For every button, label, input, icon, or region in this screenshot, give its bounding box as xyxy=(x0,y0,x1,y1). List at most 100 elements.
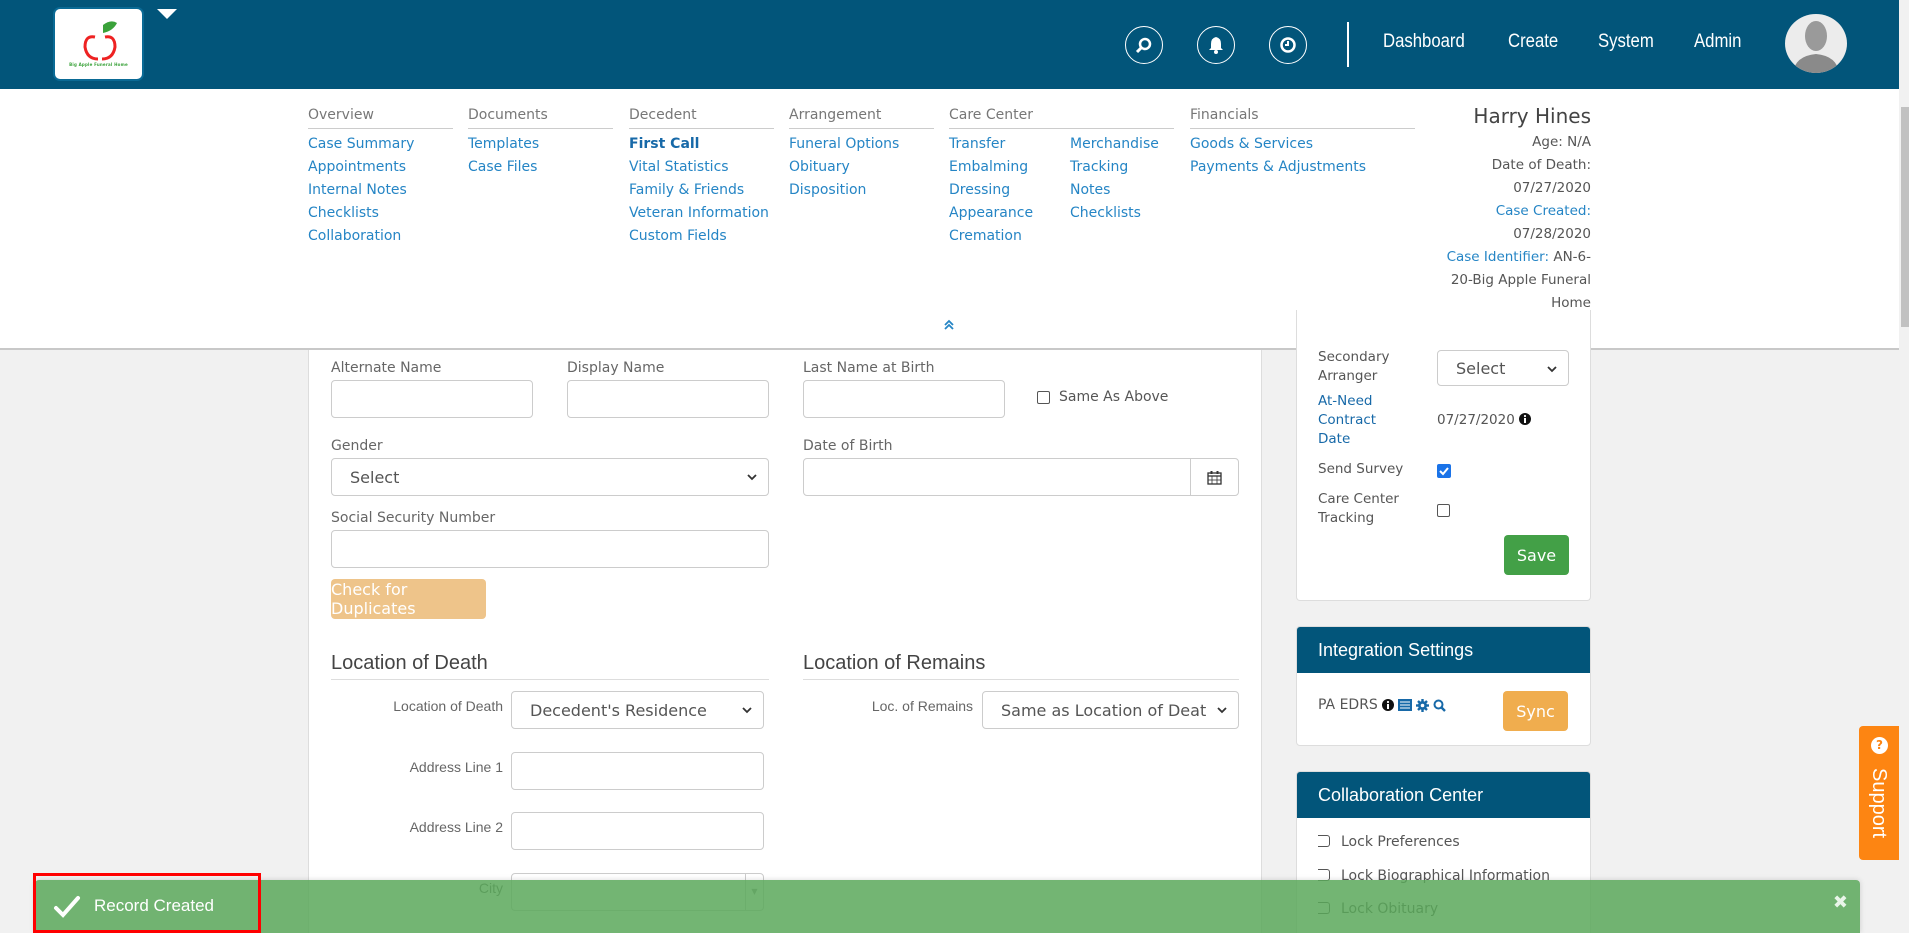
case-identifier-label: Case Identifier: xyxy=(1446,249,1550,265)
nav-system[interactable]: System xyxy=(1598,31,1654,53)
care-center-tracking-checkbox[interactable] xyxy=(1437,504,1450,517)
gear-icon[interactable] xyxy=(1415,698,1429,712)
case-menu-panel: Overview Case Summary Appointments Inter… xyxy=(0,89,1899,350)
last-name-birth-label: Last Name at Birth xyxy=(803,360,935,376)
last-name-birth-input[interactable] xyxy=(803,380,1005,418)
location-of-death-value: Decedent's Residence xyxy=(530,700,707,720)
location-of-remains-select[interactable]: Same as Location of Death xyxy=(982,691,1239,729)
logo-dropdown-caret-icon[interactable] xyxy=(157,9,177,19)
alternate-name-input[interactable] xyxy=(331,380,533,418)
menu-veteran-information[interactable]: Veteran Information xyxy=(629,202,774,225)
pa-edrs-row: PA EDRS xyxy=(1318,697,1446,713)
date-of-birth-input[interactable] xyxy=(803,458,1239,496)
menu-appointments[interactable]: Appointments xyxy=(308,156,453,179)
support-tab[interactable]: ? Support xyxy=(1859,726,1899,860)
menu-funeral-options[interactable]: Funeral Options xyxy=(789,133,934,156)
location-of-remains-label: Loc. of Remains xyxy=(871,698,973,714)
question-icon: ? xyxy=(1871,737,1888,754)
location-of-death-label: Location of Death xyxy=(393,698,503,714)
bell-icon xyxy=(1209,37,1223,54)
menu-obituary[interactable]: Obituary xyxy=(789,156,934,179)
first-call-form-card: Alternate Name Display Name Last Name at… xyxy=(308,350,1262,933)
alternate-name-label: Alternate Name xyxy=(331,360,442,376)
menu-embalming[interactable]: Embalming xyxy=(949,156,1033,179)
menu-templates[interactable]: Templates xyxy=(468,133,613,156)
location-of-death-select[interactable]: Decedent's Residence xyxy=(511,691,764,729)
case-created-label: Case Created: xyxy=(1495,203,1591,219)
collapse-menu-button[interactable] xyxy=(942,319,956,335)
nav-create[interactable]: Create xyxy=(1508,31,1558,53)
location-of-death-heading: Location of Death xyxy=(331,652,769,680)
logo[interactable]: Big Apple Funeral Home xyxy=(53,7,144,81)
menu-transfer[interactable]: Transfer xyxy=(949,133,1033,156)
menu-payments-adjustments[interactable]: Payments & Adjustments xyxy=(1190,156,1415,179)
menu-heading-arrangement: Arrangement xyxy=(789,107,934,129)
recent-history-button[interactable] xyxy=(1269,26,1307,64)
search-icon[interactable] xyxy=(1433,699,1446,712)
menu-case-files[interactable]: Case Files xyxy=(468,156,613,179)
checkmark-icon xyxy=(54,896,80,918)
menu-appearance[interactable]: Appearance xyxy=(949,202,1033,225)
menu-col-decedent: Decedent First Call Vital Statistics Fam… xyxy=(629,107,774,248)
menu-case-summary[interactable]: Case Summary xyxy=(308,133,453,156)
menu-col-documents: Documents Templates Case Files xyxy=(468,107,613,179)
info-icon[interactable] xyxy=(1381,699,1394,711)
calendar-icon xyxy=(1207,470,1222,485)
clock-icon xyxy=(1280,37,1296,53)
menu-tracking[interactable]: Tracking xyxy=(1070,156,1159,179)
menu-first-call[interactable]: First Call xyxy=(629,133,774,156)
same-as-above-checkbox[interactable] xyxy=(1037,391,1050,404)
secondary-arranger-select[interactable]: Select xyxy=(1437,350,1569,386)
menu-family-friends[interactable]: Family & Friends xyxy=(629,179,774,202)
address-line-2-input[interactable] xyxy=(511,812,764,850)
display-name-input[interactable] xyxy=(567,380,769,418)
menu-care-notes[interactable]: Notes xyxy=(1070,179,1159,202)
scrollbar-thumb[interactable] xyxy=(1901,107,1909,327)
search-icon xyxy=(1135,37,1152,54)
menu-internal-notes[interactable]: Internal Notes xyxy=(308,179,453,202)
avatar[interactable] xyxy=(1785,14,1847,73)
list-icon[interactable] xyxy=(1397,699,1412,711)
search-button[interactable] xyxy=(1125,26,1163,64)
lock-preferences-option[interactable]: Lock Preferences xyxy=(1318,834,1460,850)
menu-cremation[interactable]: Cremation xyxy=(949,225,1033,248)
menu-merchandise[interactable]: Merchandise xyxy=(1070,133,1159,156)
save-button[interactable]: Save xyxy=(1504,535,1569,575)
chevron-down-icon xyxy=(742,707,752,714)
contract-date-text: 07/27/2020 xyxy=(1437,412,1515,428)
pa-edrs-label: PA EDRS xyxy=(1318,697,1378,713)
send-survey-checkbox[interactable] xyxy=(1437,464,1451,478)
nav-admin[interactable]: Admin xyxy=(1694,31,1741,53)
chevron-down-icon xyxy=(1547,366,1557,373)
location-of-remains-value: Same as Location of Death xyxy=(1001,700,1206,720)
info-icon[interactable] xyxy=(1519,413,1532,425)
gender-select-value: Select xyxy=(350,467,400,487)
menu-custom-fields[interactable]: Custom Fields xyxy=(629,225,774,248)
menu-collaboration[interactable]: Collaboration xyxy=(308,225,453,248)
double-chevron-up-icon xyxy=(944,319,954,330)
patient-name: Harry Hines xyxy=(1473,104,1591,128)
menu-goods-services[interactable]: Goods & Services xyxy=(1190,133,1415,156)
lock-preferences-checkbox[interactable] xyxy=(1318,835,1330,847)
check-duplicates-button[interactable]: Check for Duplicates xyxy=(331,579,486,619)
same-as-above-label: Same As Above xyxy=(1059,389,1169,405)
nav-dashboard[interactable]: Dashboard xyxy=(1383,31,1465,53)
menu-vital-statistics[interactable]: Vital Statistics xyxy=(629,156,774,179)
menu-disposition[interactable]: Disposition xyxy=(789,179,934,202)
calendar-button[interactable] xyxy=(1190,459,1238,495)
ssn-input[interactable] xyxy=(331,530,769,568)
secondary-arranger-value: Select xyxy=(1456,358,1506,378)
notifications-button[interactable] xyxy=(1197,26,1235,64)
sync-button[interactable]: Sync xyxy=(1503,691,1568,731)
menu-col-arrangement: Arrangement Funeral Options Obituary Dis… xyxy=(789,107,934,202)
menu-dressing[interactable]: Dressing xyxy=(949,179,1033,202)
menu-care-checklists[interactable]: Checklists xyxy=(1070,202,1159,225)
menu-heading-financials: Financials xyxy=(1190,107,1415,129)
menu-col-care-center: Care Center Transfer Embalming Dressing … xyxy=(949,107,1174,253)
support-label: Support xyxy=(1868,768,1890,839)
gender-select[interactable]: Select xyxy=(331,458,769,496)
success-toast: Record Created ✖ xyxy=(35,880,1860,933)
close-icon[interactable]: ✖ xyxy=(1833,892,1848,913)
menu-checklists[interactable]: Checklists xyxy=(308,202,453,225)
address-line-1-input[interactable] xyxy=(511,752,764,790)
